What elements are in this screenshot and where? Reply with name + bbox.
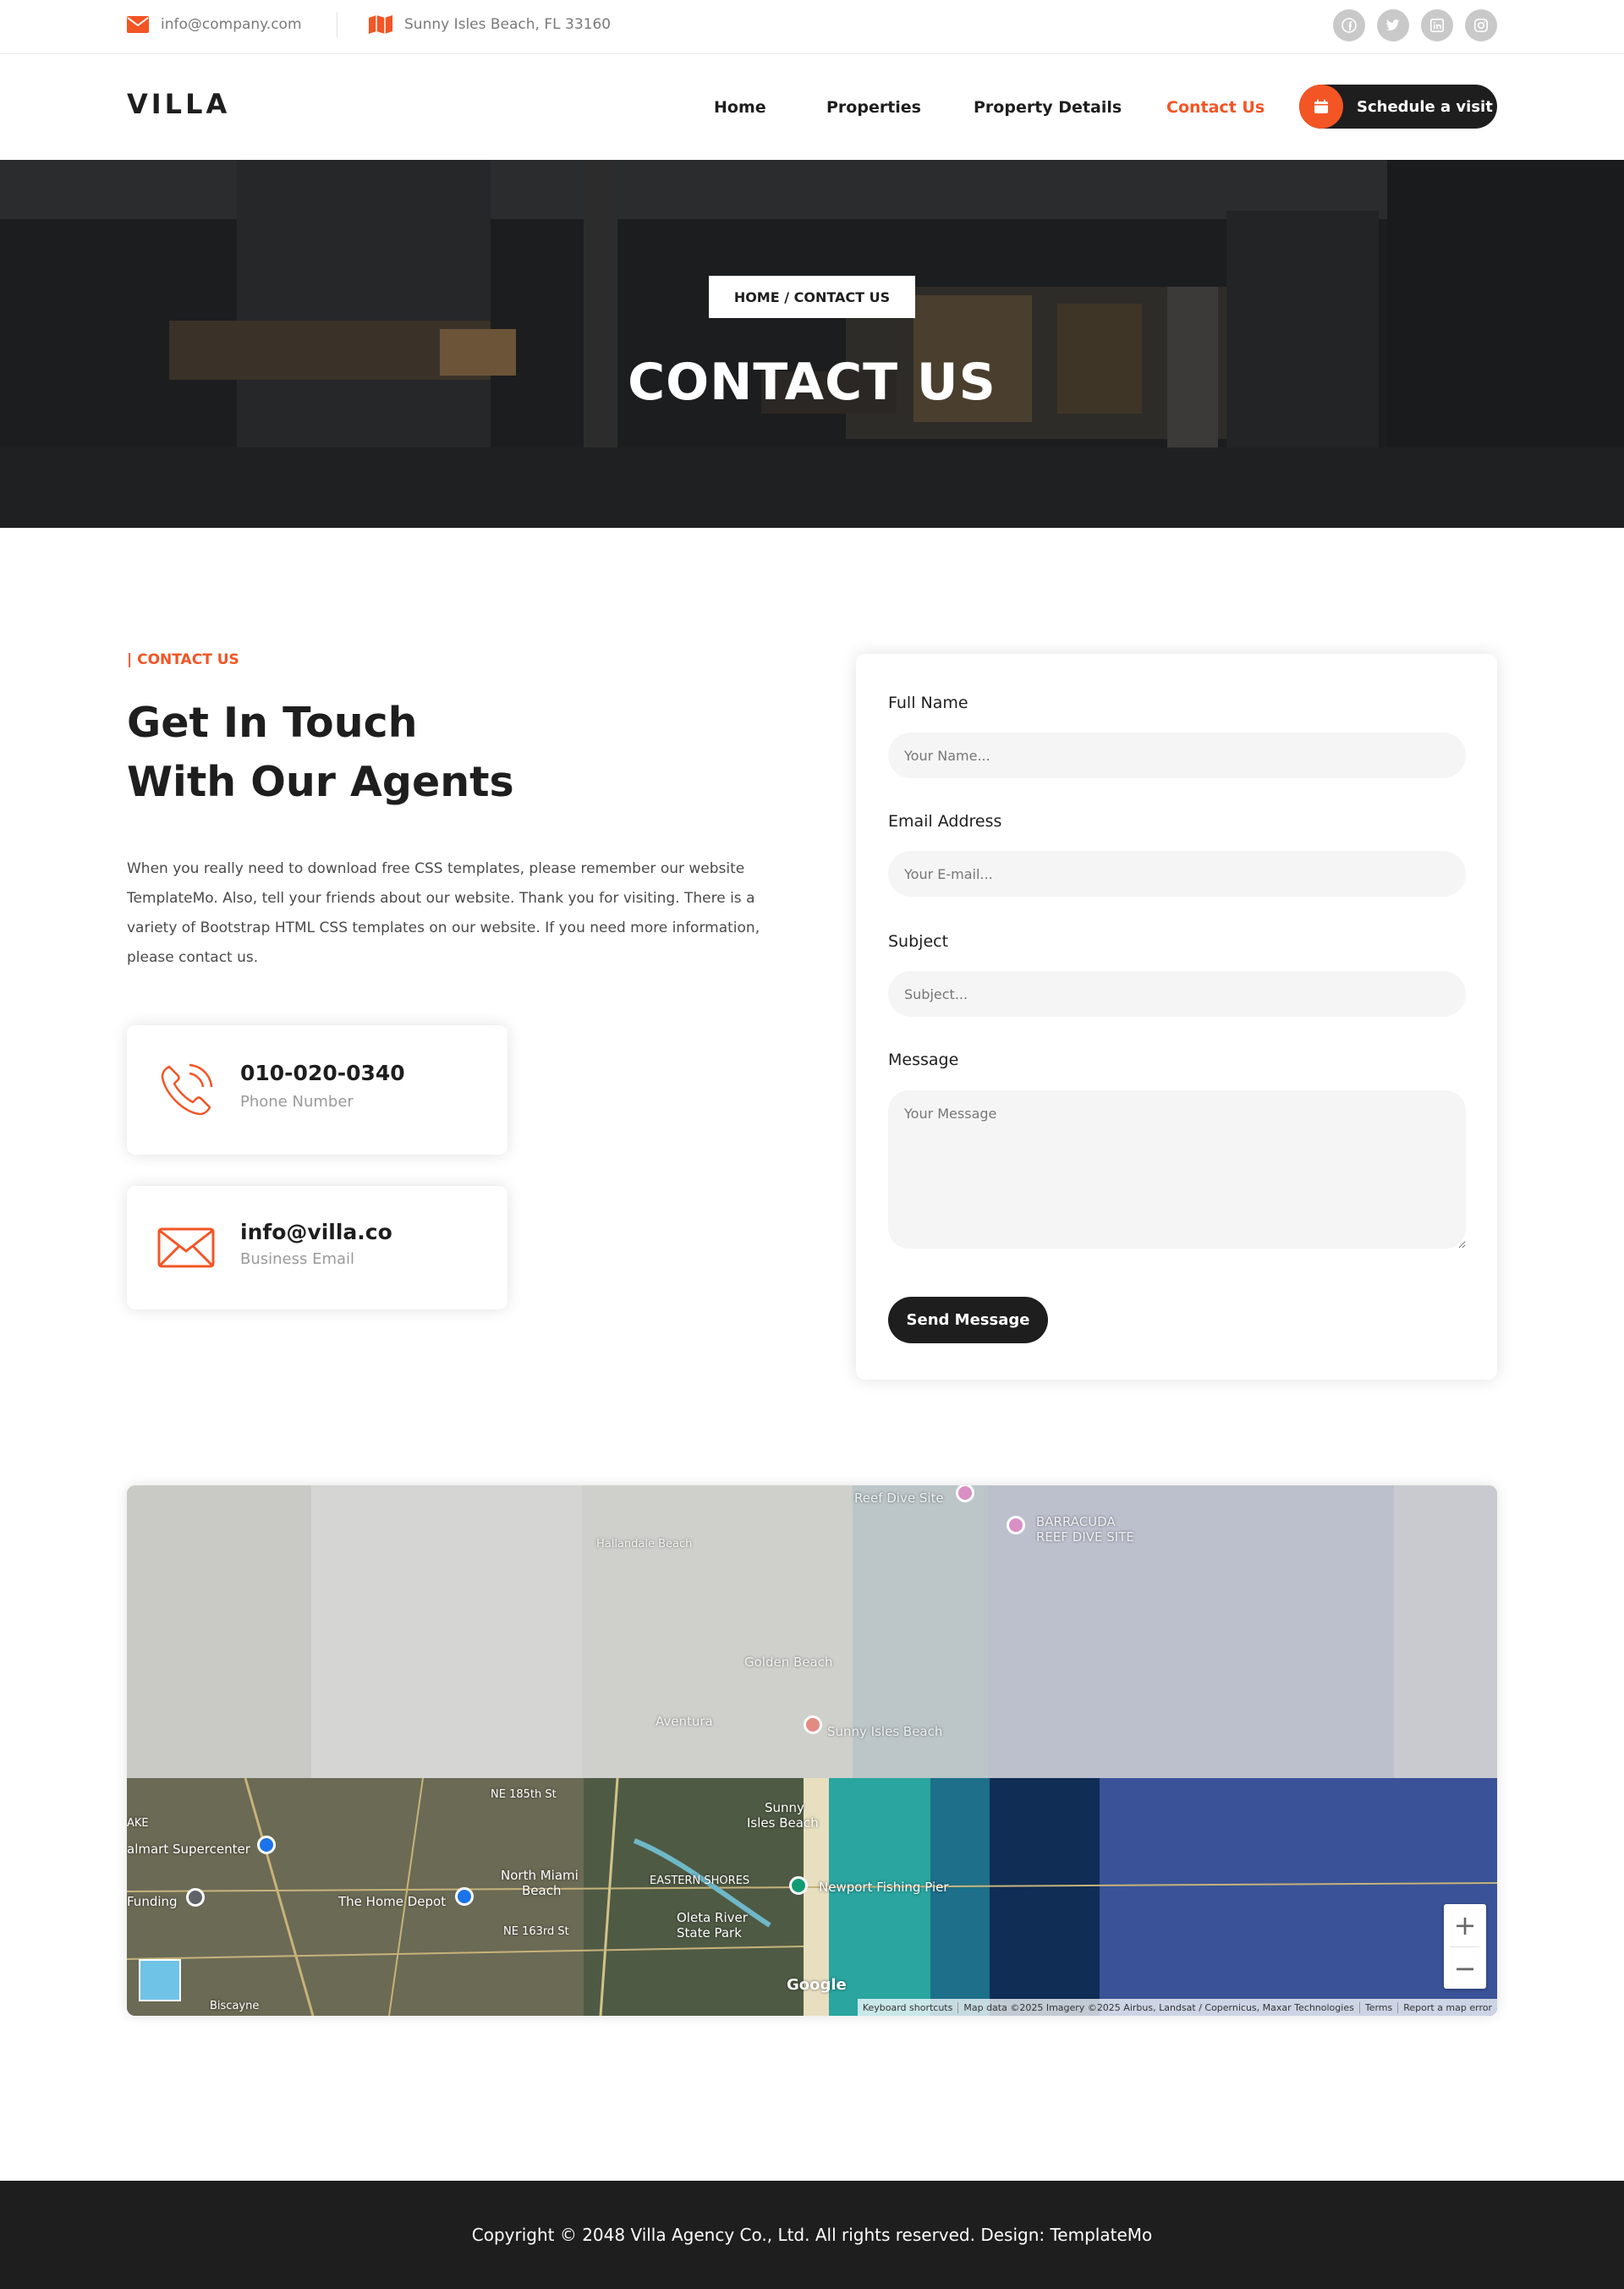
subject-label: Subject <box>888 932 949 951</box>
topbar-address-text: Sunny Isles Beach, FL 33160 <box>404 16 612 33</box>
house-background-image <box>0 160 1624 528</box>
contact-form: Full Name Email Address Subject Message … <box>856 654 1497 1380</box>
instagram-icon[interactable] <box>1465 9 1497 41</box>
map-label-home-depot: The Home Depot <box>338 1894 447 1909</box>
section-title-line-1: Get In Touch <box>127 699 418 747</box>
map-data-credit: Map data ©2025 Imagery ©2025 Airbus, Lan… <box>957 2001 1358 2013</box>
location-map[interactable]: Reef Dive Site BARRACUDA REEF DIVE SITE … <box>127 1485 1497 2016</box>
copyright-text: Copyright © 2048 Villa Agency Co., Ltd. … <box>471 2225 1153 2245</box>
nav-home[interactable]: Home <box>714 54 766 160</box>
map-label-funding: Funding <box>127 1894 178 1909</box>
site-footer: Copyright © 2048 Villa Agency Co., Ltd. … <box>0 2181 1624 2289</box>
map-attribution: Keyboard shortcuts Map data ©2025 Imager… <box>857 1999 1497 2016</box>
map-label-north-miami-1: North Miami <box>501 1868 579 1883</box>
email-address-label: Email Address <box>888 812 1002 831</box>
phone-number-label: Phone Number <box>240 1093 354 1111</box>
topbar-email[interactable]: info@company.com <box>127 0 302 49</box>
shopping-pin-icon[interactable] <box>257 1836 276 1854</box>
map-label-oleta-1: Oleta River <box>677 1910 748 1925</box>
twitter-icon[interactable] <box>1377 9 1409 41</box>
send-message-button[interactable]: Send Message <box>888 1297 1048 1343</box>
schedule-visit-label: Schedule a visit <box>1357 97 1493 116</box>
social-links <box>1333 9 1497 41</box>
sunny-isles-pin-icon[interactable] <box>804 1715 822 1734</box>
site-logo[interactable]: VILLA <box>127 88 230 120</box>
envelope-icon <box>157 1186 215 1309</box>
top-bar: info@company.com Sunny Isles Beach, FL 3… <box>0 0 1624 54</box>
map-label-biscayne: Biscayne <box>210 2000 260 2012</box>
email-input[interactable] <box>888 851 1466 897</box>
calendar-icon <box>1299 85 1343 129</box>
map-imagery <box>127 1485 1497 2016</box>
business-email-label: Business Email <box>240 1250 355 1268</box>
subject-input[interactable] <box>888 971 1466 1017</box>
map-label-reef: Reef Dive Site <box>854 1490 944 1506</box>
email-card: info@villa.co Business Email <box>127 1186 508 1309</box>
map-type-toggle[interactable] <box>139 1959 181 2001</box>
section-title-line-2: With Our Agents <box>127 758 514 806</box>
map-label-walmart: almart Supercenter <box>127 1842 250 1857</box>
map-label-sunny-2: Isles Beach <box>747 1815 819 1831</box>
message-textarea[interactable] <box>888 1090 1466 1249</box>
map-label-sunny-isles-faint: Sunny Isles Beach <box>827 1724 943 1739</box>
bank-pin-icon[interactable] <box>186 1888 205 1907</box>
map-label-ne185: NE 185th St <box>491 1788 557 1801</box>
map-label-eastern-shores: EASTERN SHORES <box>650 1875 750 1887</box>
zoom-in-button[interactable]: + <box>1444 1904 1486 1946</box>
map-icon <box>369 15 392 34</box>
section-title: Get In Touch With Our Agents <box>127 694 634 812</box>
phone-card: 010-020-0340 Phone Number <box>127 1025 508 1155</box>
barracuda-pin-icon[interactable] <box>1007 1516 1025 1534</box>
section-label: | CONTACT US <box>127 651 239 668</box>
nav-contact-us[interactable]: Contact Us <box>1166 54 1265 160</box>
phone-number[interactable]: 010-020-0340 <box>240 1061 405 1085</box>
terms-link[interactable]: Terms <box>1358 2001 1397 2013</box>
full-name-label: Full Name <box>888 694 968 712</box>
map-label-oleta-2: State Park <box>677 1925 742 1940</box>
keyboard-shortcuts-link[interactable]: Keyboard shortcuts <box>858 2002 958 2013</box>
zoom-controls: + − <box>1444 1904 1486 1989</box>
google-logo: Google <box>787 1976 847 1994</box>
facebook-icon[interactable] <box>1333 9 1365 41</box>
newport-pier-pin-icon[interactable] <box>789 1876 808 1895</box>
full-name-input[interactable] <box>888 733 1466 778</box>
section-description: When you really need to download free CS… <box>127 860 760 966</box>
map-label-golden-beach: Golden Beach <box>744 1655 833 1670</box>
map-label-north-miami-2: Beach <box>522 1883 562 1898</box>
map-label-barracuda-2: REEF DIVE SITE <box>1036 1529 1134 1545</box>
nav-properties[interactable]: Properties <box>826 54 921 160</box>
home-depot-pin-icon[interactable] <box>455 1887 474 1906</box>
message-label: Message <box>888 1051 959 1069</box>
linkedin-icon[interactable] <box>1421 9 1453 41</box>
site-header: VILLA Home Properties Property Details C… <box>0 54 1624 160</box>
page-banner: HOME / CONTACT US CONTACT US <box>0 160 1624 528</box>
map-label-newport: Newport Fishing Pier <box>819 1880 949 1895</box>
envelope-icon <box>127 16 149 33</box>
map-label-ake: AKE <box>127 1817 149 1830</box>
map-label-aventura: Aventura <box>656 1714 713 1729</box>
schedule-visit-button[interactable]: Schedule a visit <box>1299 85 1497 129</box>
topbar-email-text: info@company.com <box>161 16 302 33</box>
page-title: CONTACT US <box>628 353 996 412</box>
breadcrumb[interactable]: HOME / CONTACT US <box>709 276 915 318</box>
zoom-out-button[interactable]: − <box>1444 1947 1486 1990</box>
map-label-ne163: NE 163rd St <box>503 1925 569 1938</box>
topbar-address[interactable]: Sunny Isles Beach, FL 33160 <box>369 0 611 49</box>
nav-property-details[interactable]: Property Details <box>974 54 1122 160</box>
map-label-sunny-1: Sunny <box>765 1800 804 1815</box>
report-map-error-link[interactable]: Report a map error <box>1397 2001 1497 2013</box>
map-label-hallandale: Hallandale Beach <box>596 1538 693 1551</box>
map-label-barracuda-1: BARRACUDA <box>1036 1514 1116 1529</box>
phone-icon <box>157 1025 215 1155</box>
business-email[interactable]: info@villa.co <box>240 1220 392 1244</box>
